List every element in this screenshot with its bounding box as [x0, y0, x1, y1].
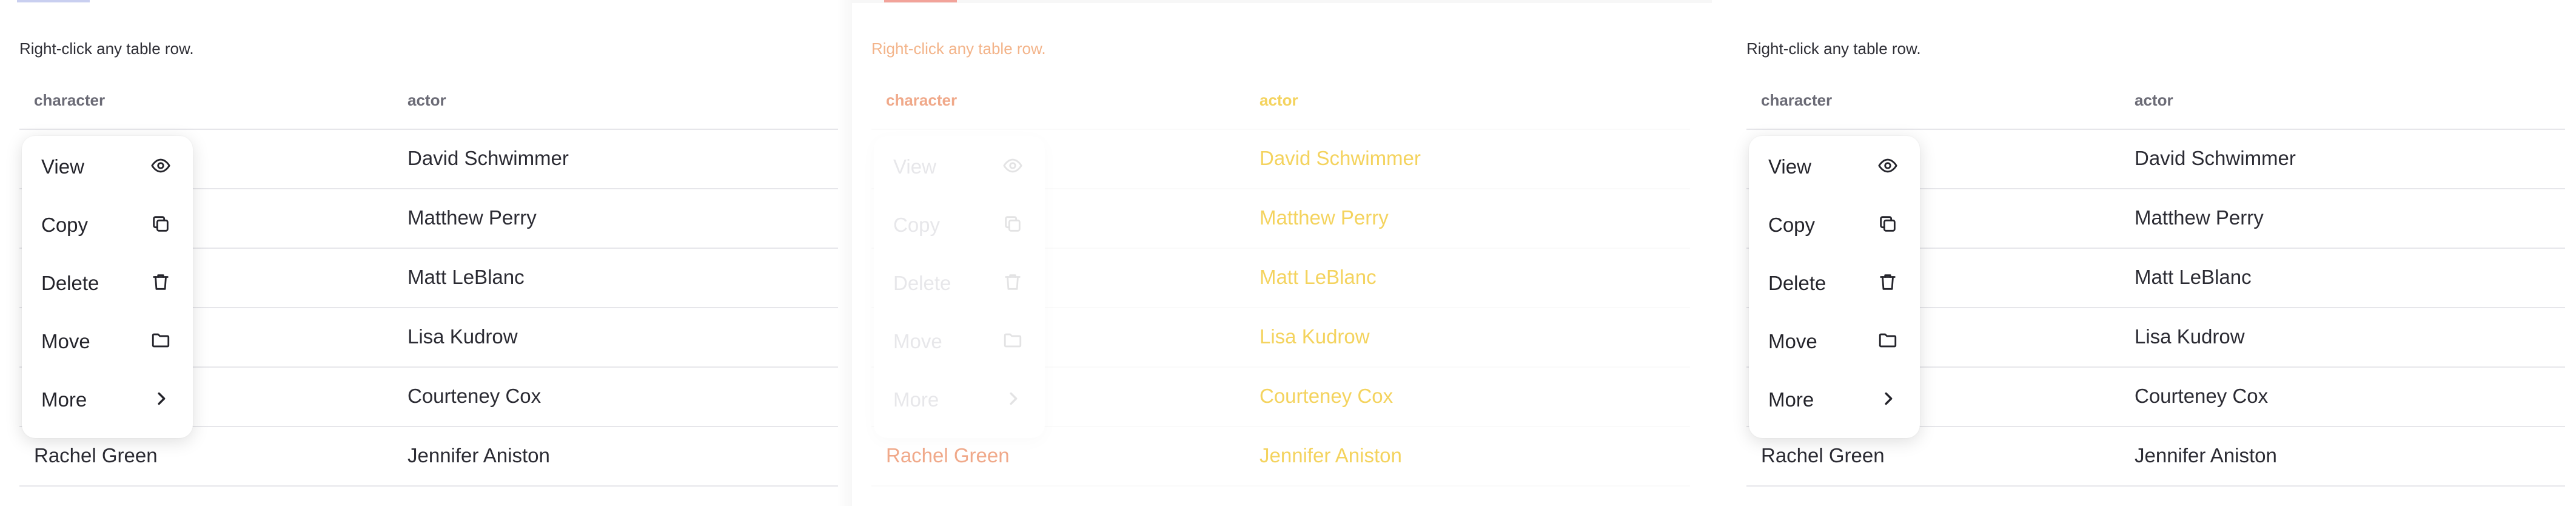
menu-item-label: Move: [1768, 330, 1817, 353]
character-cell: Rachel Green: [886, 444, 1010, 467]
table-header: character actor: [19, 86, 838, 130]
menu-item-copy[interactable]: Copy: [22, 194, 193, 252]
menu-item-label: More: [893, 388, 939, 411]
menu-item-label: Delete: [1768, 272, 1826, 294]
actor-cell: Lisa Kudrow: [408, 325, 518, 348]
actor-cell: Matthew Perry: [1259, 206, 1389, 229]
menu-item-move[interactable]: Move: [22, 311, 193, 369]
actor-cell: Matthew Perry: [408, 206, 537, 229]
menu-item-label: Move: [41, 330, 90, 353]
menu-item-label: Copy: [41, 214, 89, 236]
menu-item-label: Delete: [41, 272, 99, 294]
menu-item-label: Copy: [1768, 214, 1816, 236]
actor-cell: Jennifer Aniston: [1259, 444, 1402, 467]
menu-item-move[interactable]: Move: [1749, 311, 1920, 369]
menu-item-label: More: [41, 388, 87, 411]
instruction-text: Right-click any table row.: [871, 39, 1046, 58]
menu-item-label: View: [1768, 155, 1811, 178]
trash-icon: [1002, 272, 1023, 292]
actor-cell: Matthew Perry: [2135, 206, 2264, 229]
actor-cell: David Schwimmer: [2135, 147, 2296, 169]
actor-cell: Lisa Kudrow: [1259, 325, 1370, 348]
menu-item-more[interactable]: More: [22, 369, 193, 427]
actor-cell: Courteney Cox: [1259, 385, 1394, 407]
demo-panel-3: Right-click any table row. character act…: [1712, 0, 2576, 506]
copy-icon: [1877, 214, 1898, 234]
eye-icon: [1877, 155, 1898, 176]
accent-bar: [17, 0, 90, 2]
menu-item-delete[interactable]: Delete: [1749, 252, 1920, 311]
menu-item-label: Copy: [893, 214, 941, 236]
menu-item-more[interactable]: More: [874, 369, 1045, 427]
character-cell: Rachel Green: [1761, 444, 1885, 467]
eye-icon: [150, 155, 171, 176]
trash-icon: [150, 272, 171, 292]
menu-item-view[interactable]: View: [22, 136, 193, 194]
panel-divider: [837, 0, 852, 506]
accent-bar: [884, 0, 957, 2]
menu-item-view[interactable]: View: [874, 136, 1045, 194]
actor-cell: Matt LeBlanc: [2135, 266, 2252, 288]
eye-icon: [1002, 155, 1023, 176]
context-menu: View Copy Delete Move More: [1749, 136, 1920, 438]
column-header-character[interactable]: character: [34, 91, 105, 110]
demo-panel-2: Right-click any table row. character act…: [852, 0, 1712, 506]
actor-cell: Jennifer Aniston: [2135, 444, 2277, 467]
chevron-right-icon: [1002, 388, 1023, 409]
actor-cell: Courteney Cox: [408, 385, 542, 407]
actor-cell: Matt LeBlanc: [408, 266, 525, 288]
menu-item-copy[interactable]: Copy: [1749, 194, 1920, 252]
instruction-text: Right-click any table row.: [1746, 39, 1921, 58]
demo-panel-1: Right-click any table row. character act…: [0, 0, 852, 506]
chevron-right-icon: [150, 388, 171, 409]
menu-item-label: Move: [893, 330, 942, 353]
trash-icon: [1877, 272, 1898, 292]
column-header-actor[interactable]: actor: [408, 91, 446, 110]
actor-cell: Lisa Kudrow: [2135, 325, 2245, 348]
folder-icon: [150, 330, 171, 351]
column-header-character[interactable]: character: [1761, 91, 1832, 110]
menu-item-copy[interactable]: Copy: [874, 194, 1045, 252]
context-menu: View Copy Delete Move More: [874, 136, 1045, 438]
chevron-right-icon: [1877, 388, 1898, 409]
column-header-character[interactable]: character: [886, 91, 957, 110]
menu-item-delete[interactable]: Delete: [22, 252, 193, 311]
character-cell: Rachel Green: [34, 444, 158, 467]
copy-icon: [1002, 214, 1023, 234]
actor-cell: David Schwimmer: [1259, 147, 1421, 169]
menu-item-label: Delete: [893, 272, 951, 294]
table-header: character actor: [871, 86, 1690, 130]
actor-cell: Matt LeBlanc: [1259, 266, 1377, 288]
table-header: character actor: [1746, 86, 2565, 130]
menu-item-view[interactable]: View: [1749, 136, 1920, 194]
column-header-actor[interactable]: actor: [2135, 91, 2173, 110]
menu-item-move[interactable]: Move: [874, 311, 1045, 369]
menu-item-label: More: [1768, 388, 1814, 411]
folder-icon: [1002, 330, 1023, 351]
copy-icon: [150, 214, 171, 234]
menu-item-label: View: [893, 155, 936, 178]
instruction-text: Right-click any table row.: [19, 39, 194, 58]
actor-cell: Courteney Cox: [2135, 385, 2269, 407]
menu-item-delete[interactable]: Delete: [874, 252, 1045, 311]
actor-cell: Jennifer Aniston: [408, 444, 550, 467]
menu-item-more[interactable]: More: [1749, 369, 1920, 427]
context-menu: View Copy Delete Move More: [22, 136, 193, 438]
column-header-actor[interactable]: actor: [1259, 91, 1298, 110]
folder-icon: [1877, 330, 1898, 351]
actor-cell: David Schwimmer: [408, 147, 569, 169]
menu-item-label: View: [41, 155, 84, 178]
